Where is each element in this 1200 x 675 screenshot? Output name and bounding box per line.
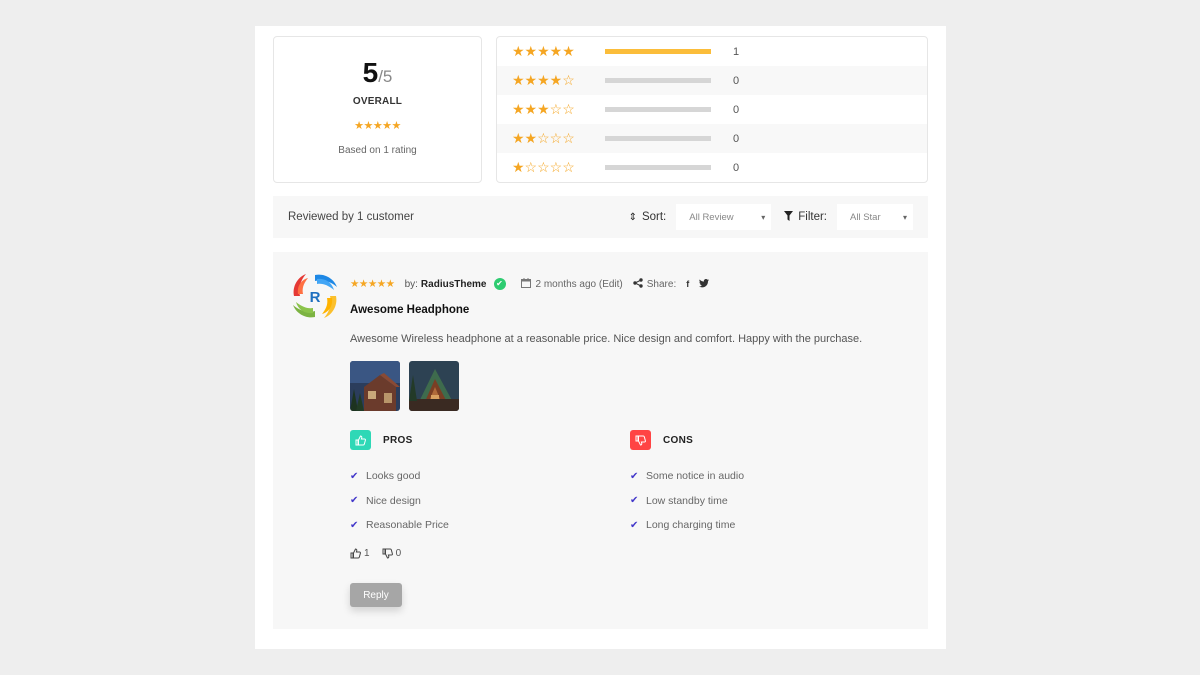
review-widget: 5/5 OVERALL ★★★★★ Based on 1 rating ★★★★… [255,26,946,649]
twitter-icon[interactable] [699,278,710,290]
check-icon: ✔ [630,495,639,507]
calendar-icon [520,277,531,291]
overall-label: OVERALL [352,96,403,107]
review-title: Awesome Headphone [350,304,470,316]
pros-item-text: Looks good [366,470,421,483]
like-count: 1 [364,548,370,559]
cons-item: ✔ Low standby time [630,489,744,514]
review-meta: ★★★★★ by: RadiusTheme ✔ 2 months ago (Ed… [350,277,710,291]
sort-label: ⇕ Sort: [629,211,667,223]
chevron-down-icon: ▾ [761,212,766,222]
rating-count: 0 [733,161,740,174]
star-rating-icon: ★★★☆☆ [512,101,575,117]
filter-select-value: All Star [850,211,881,223]
review-image-thumbnail[interactable] [350,361,400,411]
cons-item-text: Some notice in audio [646,470,745,483]
cons-item-text: Long charging time [646,519,736,532]
rating-count: 1 [733,45,740,58]
overall-score: 5/5 [274,57,481,94]
chevron-down-icon: ▾ [902,212,907,222]
pros-list: ✔ Looks good ✔ Nice design ✔ Reasonable Pri… [350,464,449,538]
thumbs-down-icon [382,548,393,559]
pros-item: ✔ Reasonable Price [350,513,449,538]
star-rating-icon: ★★★★☆ [512,72,575,88]
rating-bar [605,107,711,112]
filter-select[interactable]: All Star ▾ [837,204,913,230]
pros-section: PROS ✔ Looks good ✔ Nice design ✔ Reasonabl… [350,430,449,538]
rating-bar [605,49,711,54]
dislike-count: 0 [395,548,402,559]
check-icon: ✔ [350,470,359,482]
review-card: R ★★★★★ by: RadiusTheme ✔ 2 months ago (… [273,252,928,629]
check-icon: ✔ [630,519,639,531]
share-icon [633,277,643,291]
star-rating-icon: ★★☆☆☆ [512,130,575,146]
review-body: Awesome Wireless headphone at a reasonab… [350,333,863,345]
breakdown-row-4[interactable]: ★★★★☆ 0 [497,66,927,95]
score-value: 5 [362,57,379,88]
pros-label: PROS [383,434,413,446]
thumbs-down-icon [630,430,651,450]
dislike-button[interactable]: 0 [382,548,402,559]
pros-item: ✔ Nice design [350,489,449,514]
rating-bar [605,78,711,83]
breakdown-row-3[interactable]: ★★★☆☆ 0 [497,95,927,124]
svg-text:R: R [310,289,321,306]
sort-select[interactable]: All Review ▾ [676,204,772,230]
filter-icon [784,210,794,224]
sort-select-value: All Review [689,211,734,223]
author-name[interactable]: RadiusTheme [421,279,487,290]
star-rating-icon: ★☆☆☆☆ [512,159,575,175]
breakdown-row-5[interactable]: ★★★★★ 1 [497,37,927,66]
summary-stars: ★★★★★ [354,120,401,132]
cons-item-text: Low standby time [646,494,728,507]
by-label: by: [404,278,418,290]
filter-label: Filter: [784,210,827,224]
review-image-thumbnail[interactable] [409,361,459,411]
breakdown-row-1[interactable]: ★☆☆☆☆ 0 [497,153,927,182]
cons-list: ✔ Some notice in audio ✔ Low standby time … [630,464,744,538]
sort-label-text: Sort: [641,211,667,223]
share-label: Share: [646,278,677,290]
rating-count: 0 [733,132,740,145]
rating-bar-fill [605,49,711,54]
avatar: R [290,271,340,321]
sort-icon: ⇕ [628,211,637,223]
rating-summary-card: 5/5 OVERALL ★★★★★ Based on 1 rating [273,36,482,183]
pros-item-text: Reasonable Price [366,519,449,532]
review-date[interactable]: 2 months ago (Edit) [536,279,623,290]
breakdown-row-2[interactable]: ★★☆☆☆ 0 [497,124,927,153]
check-icon: ✔ [350,495,359,507]
pros-item: ✔ Looks good [350,464,449,489]
score-max: /5 [378,67,393,86]
check-icon: ✔ [350,519,359,531]
rating-bar [605,165,711,170]
rating-breakdown: ★★★★★ 1 ★★★★☆ 0 ★★★☆☆ 0 ★★☆☆☆ 0 ★☆☆☆☆ 0 [496,36,928,183]
cons-item: ✔ Long charging time [630,513,744,538]
review-images [350,361,459,411]
check-icon: ✔ [630,470,639,482]
cons-label: CONS [663,434,694,446]
based-on-text: Based on 1 rating [338,145,417,156]
rating-count: 0 [733,74,740,87]
helpful-votes: 1 0 [350,548,413,559]
verified-check-icon: ✔ [493,278,506,290]
pros-item-text: Nice design [366,494,421,507]
star-rating-icon: ★★★★★ [512,43,575,59]
cons-section: CONS ✔ Some notice in audio ✔ Low standby … [630,430,744,538]
reviewed-by-count: Reviewed by 1 customer [288,211,414,223]
thumbs-up-icon [350,548,361,559]
filter-label-text: Filter: [798,211,827,223]
review-stars: ★★★★★ [350,278,395,290]
review-toolbar: Reviewed by 1 customer ⇕ Sort: All Revie… [273,196,928,238]
like-button[interactable]: 1 [350,548,370,559]
thumbs-up-icon [350,430,371,450]
facebook-icon[interactable]: f [686,279,689,289]
rating-count: 0 [733,103,740,116]
cons-item: ✔ Some notice in audio [630,464,744,489]
rating-bar [605,136,711,141]
reply-button[interactable]: Reply [350,583,402,607]
